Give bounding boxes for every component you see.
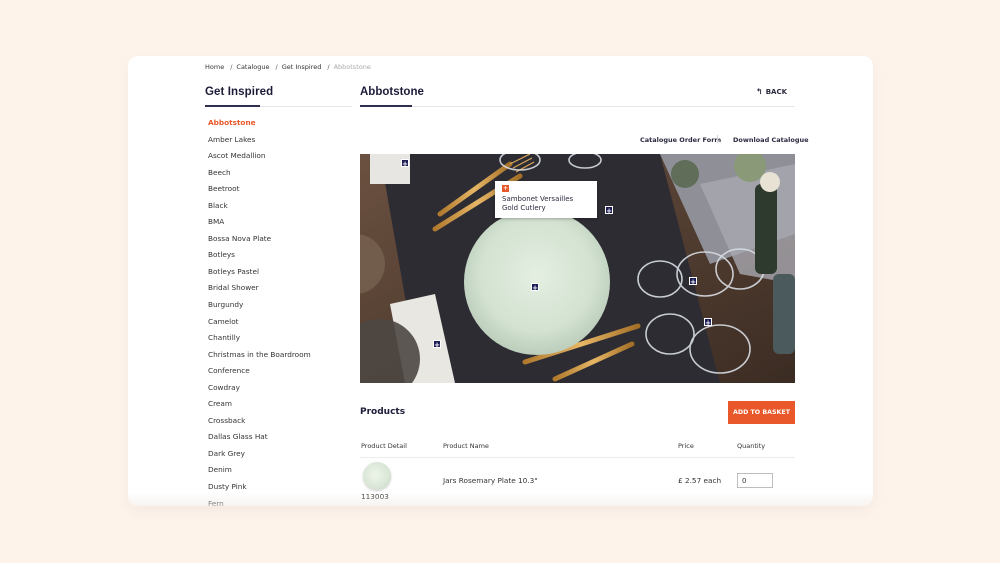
tooltip-product-name[interactable]: Sambonet Versailles Gold Cutlery [502, 195, 582, 213]
download-catalogue-link[interactable]: Download Catalogue [733, 136, 809, 144]
product-price: £ 2.57 each [678, 476, 722, 485]
product-hotspot-plus-icon[interactable]: + [605, 206, 613, 215]
breadcrumb-current: Abbotstone [333, 63, 371, 71]
column-header-product-detail: Product Detail [361, 442, 407, 450]
sidebar-item[interactable]: Conference [208, 366, 311, 383]
link-divider [717, 135, 718, 143]
sidebar-item[interactable]: Abbotstone [208, 118, 311, 135]
sidebar-title-underline [205, 105, 260, 107]
sidebar-item[interactable]: Camelot [208, 317, 311, 334]
breadcrumb-separator: / [275, 63, 278, 71]
sidebar-item[interactable]: Botleys Pastel [208, 267, 311, 284]
products-heading: Products [360, 407, 406, 417]
column-header-product-name: Product Name [443, 442, 489, 450]
breadcrumb-separator: / [327, 63, 330, 71]
sidebar-item[interactable]: Burgundy [208, 300, 311, 317]
sidebar-title: Get Inspired [205, 86, 274, 98]
breadcrumb-catalogue[interactable]: Catalogue [236, 63, 269, 71]
product-hotspot-plus-icon[interactable]: + [433, 340, 441, 349]
sidebar-item[interactable]: Black [208, 201, 311, 218]
product-thumbnail[interactable] [363, 462, 391, 490]
breadcrumb: Home / Catalogue / Get Inspired / Abbotstone [205, 63, 373, 71]
sidebar-item[interactable]: Crossback [208, 416, 311, 433]
sidebar-list: Abbotstone Amber Lakes Ascot Medallion Beec… [208, 118, 311, 506]
hotspot-tooltip[interactable]: + Sambonet Versailles Gold Cutlery [495, 181, 597, 218]
sidebar-item[interactable]: Ascot Medallion [208, 151, 311, 168]
product-hotspot-plus-icon[interactable]: + [531, 283, 539, 292]
breadcrumb-get-inspired[interactable]: Get Inspired [282, 63, 322, 71]
back-button[interactable]: ↰ BACK [756, 87, 788, 97]
page-title-divider [412, 106, 795, 107]
sidebar-divider [260, 106, 352, 107]
catalogue-order-form-link[interactable]: Catalogue Order Form [640, 136, 721, 144]
column-header-quantity: Quantity [737, 442, 766, 450]
breadcrumb-separator: / [230, 63, 233, 71]
column-header-price: Price [678, 442, 694, 450]
sidebar-item[interactable]: Bossa Nova Plate [208, 234, 311, 251]
page-title-underline [360, 105, 412, 107]
sidebar-item[interactable]: Amber Lakes [208, 135, 311, 152]
product-name: Jars Rosemary Plate 10.3" [443, 476, 538, 485]
quantity-input[interactable] [737, 473, 773, 488]
sidebar-item[interactable]: Denim [208, 465, 311, 482]
sidebar-item[interactable]: Dallas Glass Hat [208, 432, 311, 449]
sidebar-item[interactable]: Cowdray [208, 383, 311, 400]
sidebar-item[interactable]: Chantilly [208, 333, 311, 350]
sidebar-item[interactable]: Botleys [208, 250, 311, 267]
table-header-divider [360, 457, 795, 458]
sidebar-item[interactable]: Christmas in the Boardroom [208, 350, 311, 367]
card-bottom-fade [128, 492, 873, 506]
page-title: Abbotstone [360, 86, 424, 98]
sidebar-item[interactable]: BMA [208, 217, 311, 234]
sidebar-item[interactable]: Cream [208, 399, 311, 416]
page-card: Home / Catalogue / Get Inspired / Abbotstone G… [128, 56, 873, 506]
sidebar-item[interactable]: Beech [208, 168, 311, 185]
sidebar-item[interactable]: Bridal Shower [208, 283, 311, 300]
add-to-basket-button[interactable]: ADD TO BASKET [728, 401, 795, 424]
back-arrow-icon: ↰ [756, 87, 763, 96]
product-hotspot-plus-icon[interactable]: + [401, 159, 409, 168]
sidebar-item[interactable]: Beetroot [208, 184, 311, 201]
product-hotspot-plus-icon[interactable]: + [689, 277, 697, 286]
plus-icon[interactable]: + [502, 185, 509, 192]
product-hotspot-plus-icon[interactable]: + [704, 318, 712, 327]
back-label: BACK [765, 88, 788, 96]
sidebar-item[interactable]: Dark Grey [208, 449, 311, 466]
breadcrumb-home[interactable]: Home [205, 63, 224, 71]
inspiration-image: + + + + + + + Sambonet Versailles Gold C… [360, 154, 795, 383]
